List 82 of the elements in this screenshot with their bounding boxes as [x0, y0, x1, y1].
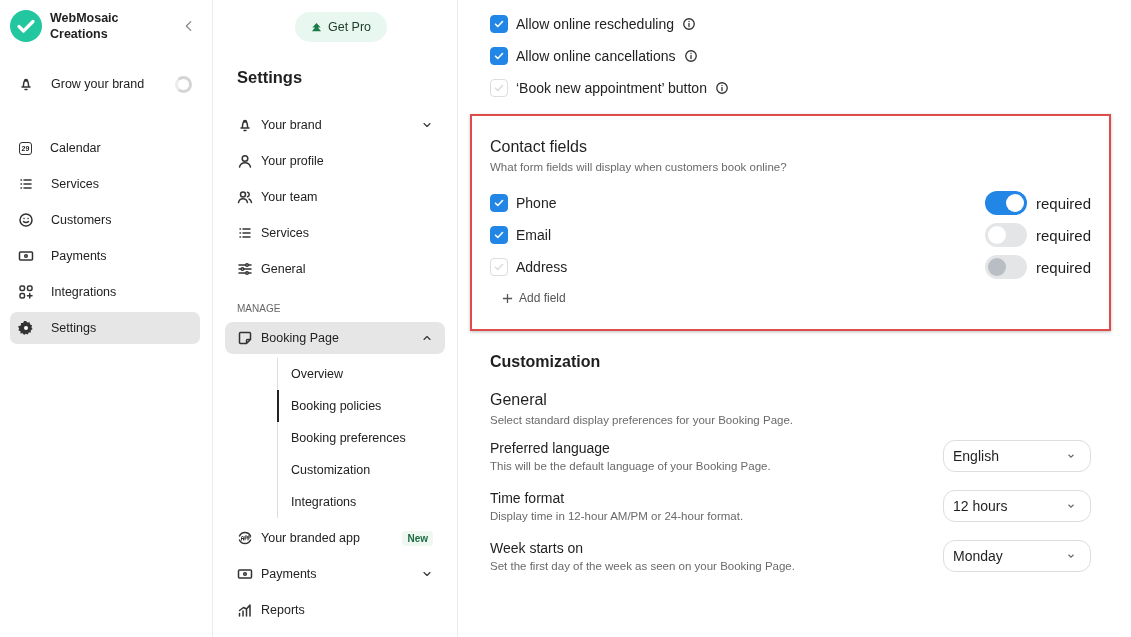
checkbox[interactable] — [490, 47, 508, 65]
settings-nav-item[interactable]: Payments — [225, 558, 445, 590]
setting-description: Set the first day of the week as seen on your Booking Page. — [490, 560, 796, 572]
settings-nav-item[interactable]: Your branded app New — [225, 522, 445, 554]
app-circle-icon — [237, 530, 253, 546]
section-label: MANAGE — [237, 303, 282, 314]
sidebar-item[interactable]: Payments — [10, 240, 200, 272]
settings-nav-item[interactable]: Your team — [225, 181, 445, 213]
sliders-icon — [237, 261, 253, 277]
field-label: Email — [516, 227, 552, 243]
required-label: required — [1035, 194, 1091, 212]
smiley-face-icon — [18, 212, 34, 228]
sidebar-item[interactable]: Customers — [10, 204, 200, 236]
dropdown[interactable]: 12 hours — [943, 490, 1091, 522]
checkmark-icon — [493, 197, 505, 209]
person-icon — [237, 153, 253, 169]
dropdown[interactable]: English — [943, 440, 1091, 472]
setting-description: This will be the default language of your Booking Page. — [490, 460, 772, 472]
bar-chart-icon — [237, 602, 253, 618]
bell-icon — [18, 76, 34, 92]
banknote-icon — [18, 248, 34, 264]
toggle-switch[interactable] — [984, 223, 1027, 247]
people-icon — [237, 189, 253, 205]
checkmark-icon — [493, 261, 505, 273]
option-label: Allow online rescheduling — [516, 16, 674, 32]
settings-nav-item[interactable]: General — [225, 253, 445, 285]
settings-nav-item[interactable]: Services — [225, 217, 445, 249]
checkmark-icon — [493, 229, 505, 241]
settings-subnav-item[interactable]: Integrations — [277, 486, 445, 518]
checkbox[interactable] — [490, 226, 508, 244]
checkmark-icon — [493, 82, 505, 94]
checkbox[interactable] — [490, 194, 508, 212]
checkmark-icon — [493, 50, 505, 62]
info-icon — [714, 81, 729, 95]
settings-heading: Settings — [237, 68, 304, 87]
settings-nav-item[interactable]: Booking Page — [225, 322, 445, 354]
checkbox[interactable] — [490, 15, 508, 33]
field-label: Phone — [516, 195, 558, 211]
checkmark-icon — [493, 18, 505, 30]
business-name: WebMosaic Creations — [50, 10, 120, 42]
list-icon — [237, 225, 253, 241]
section-title: Contact fields — [490, 138, 588, 156]
settings-nav-item[interactable]: Your profile — [225, 145, 445, 177]
required-label: required — [1035, 258, 1091, 276]
list-icon — [18, 176, 34, 192]
info-icon — [682, 17, 696, 31]
loading-spinner-icon — [175, 75, 192, 93]
info-icon — [683, 49, 698, 63]
setting-description: Display time in 12-hour AM/PM or 24-hour format. — [490, 510, 745, 522]
setting-label: Week starts on — [490, 540, 585, 556]
checkmark-logo-icon — [10, 10, 42, 42]
option-label: Allow online cancellations — [516, 48, 676, 64]
grid-plus-icon — [18, 284, 34, 300]
field-label: Address — [516, 259, 569, 275]
settings-subnav-item[interactable]: Customization — [277, 454, 445, 486]
section-heading: Customization — [490, 353, 602, 371]
settings-subnav-item[interactable]: Overview — [277, 358, 445, 390]
settings-nav-item[interactable]: Reports — [225, 594, 445, 626]
gear-icon — [18, 320, 34, 336]
settings-nav-item[interactable]: Your brand — [225, 109, 445, 141]
add-field-button[interactable]: Add field — [490, 283, 578, 313]
page-icon — [237, 330, 253, 346]
setting-label: Time format — [490, 490, 566, 506]
get-pro-button[interactable]: Get Pro — [294, 12, 388, 42]
dropdown[interactable]: Monday — [943, 540, 1091, 572]
grow-your-brand-link[interactable]: Grow your brand — [10, 68, 200, 100]
sidebar-item[interactable]: Services — [10, 168, 200, 200]
sidebar-item[interactable]: Settings — [10, 312, 200, 344]
sidebar-item[interactable]: Integrations — [10, 276, 200, 308]
new-badge: New — [402, 530, 433, 546]
subsection-title: General — [490, 391, 548, 409]
required-label: required — [1035, 226, 1091, 244]
section-description: What form fields will display when customers book online? — [490, 161, 788, 173]
plus-icon — [502, 292, 513, 304]
tree-arrow-icon — [310, 21, 322, 33]
settings-subnav-item[interactable]: Booking preferences — [277, 422, 445, 454]
banknote-icon — [237, 566, 253, 582]
bell-icon — [237, 117, 253, 133]
subsection-description: Select standard display preferences for your Booking Page. — [490, 414, 794, 426]
option-label: ‘Book new appointment’ button — [516, 80, 707, 96]
setting-label: Preferred language — [490, 440, 611, 456]
toggle-switch[interactable] — [984, 191, 1027, 215]
